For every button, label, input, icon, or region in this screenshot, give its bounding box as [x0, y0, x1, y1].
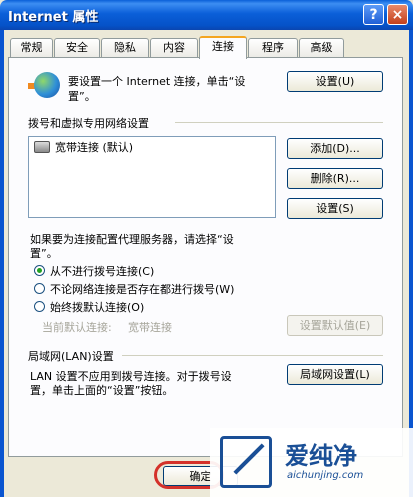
- dialup-group-label: 拨号和虚拟专用网络设置: [28, 117, 149, 130]
- watermark-logo-icon: [220, 436, 272, 488]
- tab-advanced[interactable]: 高级: [299, 38, 344, 57]
- help-button[interactable]: ?: [363, 4, 384, 25]
- dial-when-no-network-radio[interactable]: [34, 283, 45, 294]
- never-dial-radio[interactable]: [34, 265, 45, 276]
- tab-privacy[interactable]: 隐私: [101, 38, 149, 57]
- proxy-text-line1: 如果要为连接配置代理服务器，请选择“设: [30, 233, 234, 246]
- dialup-settings-button[interactable]: 设置(S): [287, 198, 383, 219]
- title-bar[interactable]: Internet 属性 ? ×: [0, 0, 413, 30]
- lan-group-label: 局域网(LAN)设置: [28, 350, 114, 363]
- watermark-brand: 爱纯净: [285, 442, 357, 470]
- list-item[interactable]: 宽带连接 (默认): [55, 139, 133, 155]
- tab-strip: 常规 安全 隐私 内容 连接 程序 高级: [8, 36, 403, 59]
- connection-list[interactable]: 宽带连接 (默认): [28, 136, 276, 218]
- tab-programs[interactable]: 程序: [248, 38, 298, 57]
- always-dial-radio[interactable]: [34, 301, 45, 312]
- tab-general[interactable]: 常规: [10, 38, 53, 57]
- lan-text-line2: 置，单击上面的“设置”按钮。: [30, 384, 174, 397]
- dial-when-no-network-label[interactable]: 不论网络连接是否存在都进行拨号(W): [50, 281, 234, 297]
- proxy-text-line2: 置”。: [30, 247, 58, 260]
- setup-text-line1: 要设置一个 Internet 连接，单击“设: [68, 75, 246, 88]
- set-default-button[interactable]: 设置默认值(E): [287, 315, 383, 336]
- watermark-url: aichunjing.com: [287, 470, 364, 481]
- add-button[interactable]: 添加(D)...: [287, 138, 383, 159]
- always-dial-label[interactable]: 始终拨默认连接(O): [50, 299, 144, 315]
- close-button[interactable]: ×: [387, 4, 408, 25]
- current-default-value: 宽带连接: [128, 321, 172, 334]
- broadband-connection-icon: [34, 141, 50, 153]
- current-default-label: 当前默认连接:: [42, 321, 112, 334]
- setup-text-line2: 置”。: [68, 90, 96, 103]
- never-dial-label[interactable]: 从不进行拨号连接(C): [50, 263, 154, 279]
- globe-icon: [34, 72, 60, 98]
- window-title: Internet 属性: [8, 10, 99, 25]
- lan-settings-button[interactable]: 局域网设置(L): [287, 364, 383, 385]
- remove-button[interactable]: 删除(R)...: [287, 168, 383, 189]
- lan-divider: [122, 355, 383, 356]
- dialup-divider: [175, 122, 383, 123]
- tab-security[interactable]: 安全: [54, 38, 100, 57]
- setup-button[interactable]: 设置(U): [287, 71, 383, 92]
- tab-connections[interactable]: 连接: [199, 36, 247, 59]
- tab-content[interactable]: 内容: [150, 38, 198, 57]
